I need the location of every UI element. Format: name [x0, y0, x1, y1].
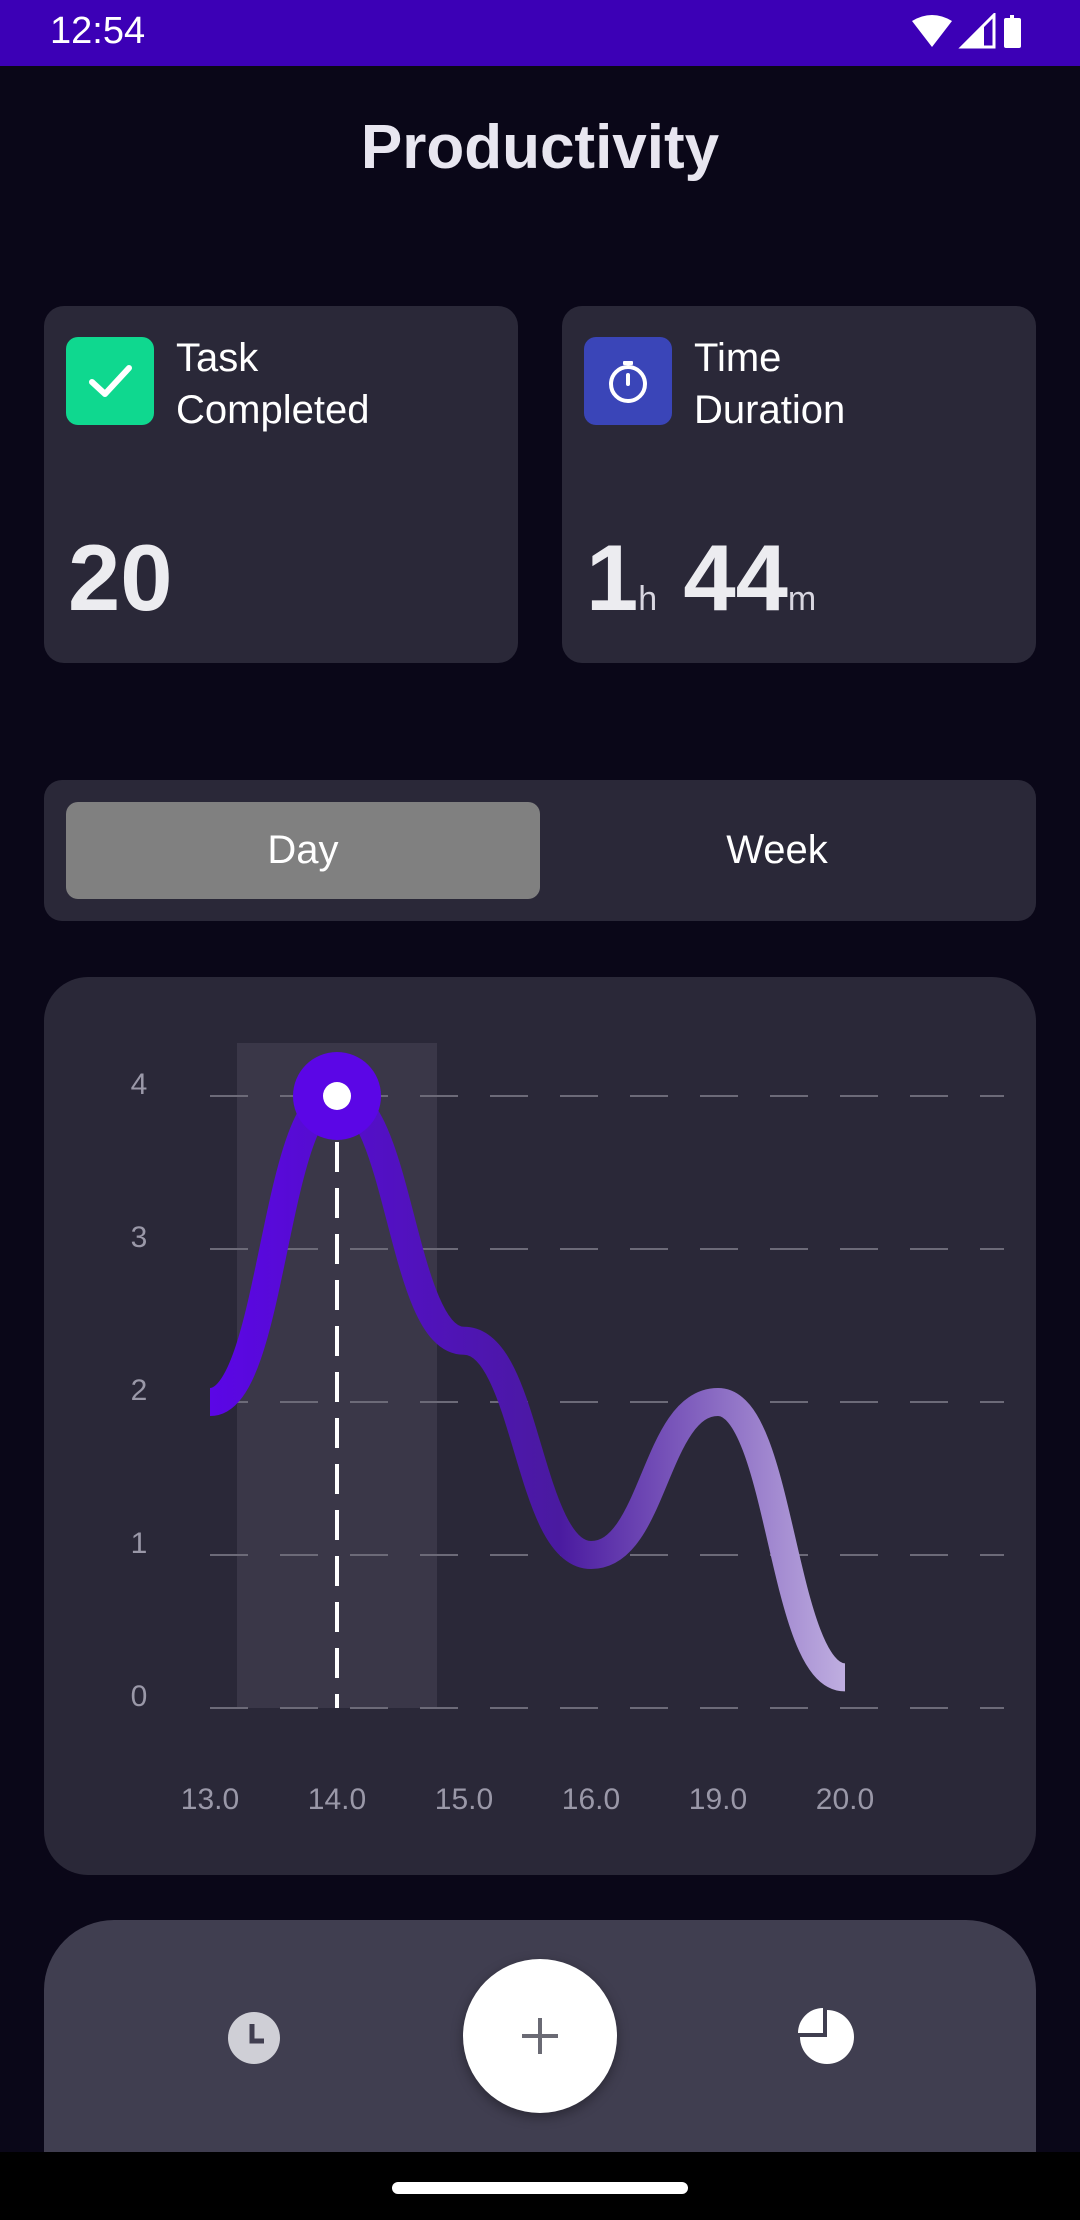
time-duration-card[interactable]: Time Duration 1h 44m [562, 306, 1036, 663]
y-tick-label: 1 [131, 1527, 148, 1560]
pie-chart-icon[interactable] [794, 2004, 860, 2075]
x-tick-label: 16.0 [562, 1783, 620, 1816]
checkmark-icon [66, 337, 154, 425]
task-completed-card[interactable]: Task Completed 20 [44, 306, 518, 663]
signal-icon [958, 13, 996, 49]
x-tick-label: 20.0 [816, 1783, 874, 1816]
productivity-chart[interactable]: 0 1 2 3 4 13.0 14.0 15.0 16.0 19.0 20.0 [44, 977, 1036, 1875]
y-tick-label: 0 [131, 1680, 148, 1713]
battery-icon [1004, 15, 1021, 48]
day-tab[interactable]: Day [66, 802, 540, 899]
duration-value: 1h 44m [586, 528, 816, 649]
task-label-line1: Task [176, 336, 259, 380]
highlight-point [323, 1082, 351, 1110]
status-time: 12:54 [50, 10, 146, 52]
x-tick-label: 13.0 [181, 1783, 239, 1816]
y-tick-label: 3 [131, 1221, 148, 1254]
add-button[interactable] [463, 1959, 617, 2113]
duration-minutes-unit: m [787, 580, 817, 618]
duration-hours-unit: h [638, 580, 658, 618]
home-gesture-handle[interactable] [392, 2182, 688, 2194]
duration-label-line1: Time [694, 336, 782, 380]
x-tick-label: 14.0 [308, 1783, 366, 1816]
wifi-icon [912, 15, 952, 47]
duration-minutes: 44 [683, 525, 788, 630]
bottom-nav [44, 1920, 1036, 2160]
duration-hours: 1 [586, 525, 639, 630]
status-bar: 12:54 [0, 0, 1080, 66]
task-completed-label: Task Completed [176, 332, 369, 436]
task-count: 20 [68, 525, 173, 630]
task-label-line2: Completed [176, 388, 370, 432]
stopwatch-icon [584, 337, 672, 425]
y-tick-label: 2 [131, 1374, 148, 1407]
x-tick-label: 19.0 [689, 1783, 747, 1816]
chart-svg: 0 1 2 3 4 13.0 14.0 15.0 16.0 19.0 20.0 [131, 1043, 1004, 1816]
x-tick-label: 15.0 [435, 1783, 493, 1816]
period-toggle: Day Week [44, 780, 1036, 921]
week-tab[interactable]: Week [540, 802, 1014, 899]
y-tick-label: 4 [131, 1068, 148, 1101]
plus-icon [522, 2018, 558, 2054]
status-icons [912, 13, 1021, 49]
time-duration-label: Time Duration [694, 332, 845, 436]
clock-icon[interactable] [226, 2010, 282, 2071]
duration-label-line2: Duration [694, 388, 846, 432]
page-title: Productivity [360, 113, 720, 182]
